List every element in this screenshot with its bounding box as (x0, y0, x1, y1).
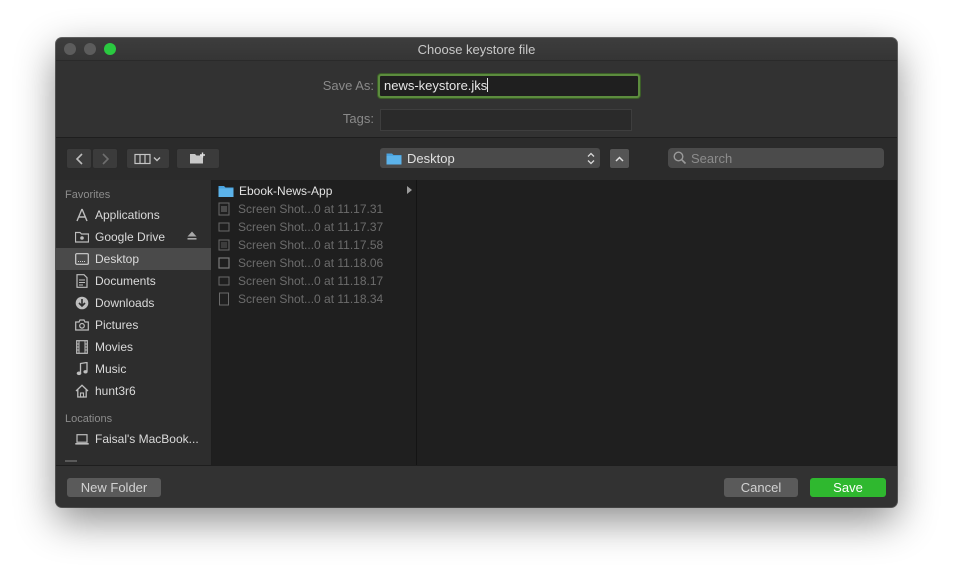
text-caret (487, 78, 489, 92)
window-title: Choose keystore file (417, 42, 536, 57)
google-drive-icon (75, 230, 89, 244)
save-button[interactable]: Save (810, 478, 886, 497)
image-file-icon (218, 222, 230, 232)
file-name: Screen Shot...0 at 11.18.34 (238, 292, 384, 306)
save-as-label: Save As: (322, 78, 374, 93)
file-row[interactable]: Screen Shot...0 at 11.17.58 (212, 236, 416, 254)
file-name: Screen Shot...0 at 11.18.06 (238, 256, 384, 270)
image-file-icon (218, 257, 230, 269)
view-options-button[interactable] (126, 148, 170, 169)
new-folder-button[interactable]: New Folder (67, 478, 161, 497)
movies-icon (75, 340, 89, 354)
sidebar: Favorites Applications Google Drive Desk… (56, 180, 212, 465)
file-row[interactable]: Screen Shot...0 at 11.17.31 (212, 200, 416, 218)
search-placeholder: Search (691, 150, 733, 166)
folder-icon (386, 153, 402, 164)
image-file-icon (218, 239, 230, 251)
collapse-expand-button[interactable] (609, 148, 630, 169)
sidebar-item-label: Pictures (95, 318, 139, 332)
sidebar-item-documents[interactable]: Documents (56, 270, 211, 292)
sidebar-item-google-drive[interactable]: Google Drive (56, 226, 211, 248)
image-file-icon (218, 276, 230, 286)
file-name: Screen Shot...0 at 11.18.17 (238, 274, 384, 288)
location-label: Desktop (407, 150, 455, 166)
music-icon (75, 362, 89, 376)
file-column: Ebook-News-App Screen Shot...0 at 11.17.… (212, 180, 417, 465)
file-row[interactable]: Screen Shot...0 at 11.18.06 (212, 254, 416, 272)
save-dialog: Choose keystore file Save As: news-keyst… (56, 38, 897, 507)
location-popup[interactable]: Desktop (380, 148, 600, 168)
file-name: Screen Shot...0 at 11.17.37 (238, 220, 384, 234)
image-file-icon (218, 202, 230, 216)
sidebar-item-label: Documents (95, 274, 156, 288)
pictures-icon (75, 318, 89, 332)
cancel-button[interactable]: Cancel (724, 478, 798, 497)
applications-icon (75, 208, 89, 222)
tags-section-peek (65, 460, 77, 462)
chevron-up-icon (615, 155, 624, 162)
favorites-section-title: Favorites (65, 189, 111, 201)
sidebar-item-label: hunt3r6 (95, 384, 136, 398)
disclosure-arrow-icon (407, 186, 412, 194)
image-file-icon (219, 292, 229, 306)
sidebar-item-applications[interactable]: Applications (56, 204, 211, 226)
sidebar-item-home[interactable]: hunt3r6 (56, 380, 211, 402)
file-name: Ebook-News-App (239, 184, 333, 198)
downloads-icon (75, 296, 89, 310)
chevron-right-icon (101, 152, 109, 165)
file-row[interactable]: Screen Shot...0 at 11.18.34 (212, 290, 416, 308)
save-as-value: news-keystore.jks (384, 78, 488, 93)
preview-column (417, 180, 897, 465)
sidebar-item-label: Music (95, 362, 127, 376)
column-view-icon (134, 153, 161, 164)
sidebar-item-label: Downloads (95, 296, 155, 310)
back-button[interactable] (66, 148, 92, 169)
file-name: Screen Shot...0 at 11.17.58 (238, 238, 384, 252)
file-name: Screen Shot...0 at 11.17.31 (238, 202, 384, 216)
browser-toolbar: Desktop Search (56, 137, 897, 181)
save-form: Save As: news-keystore.jks Tags: (56, 61, 897, 137)
home-icon (75, 384, 89, 398)
sidebar-item-label: Faisal's MacBook... (95, 432, 199, 446)
sidebar-item-label: Applications (95, 208, 160, 222)
save-as-input[interactable]: news-keystore.jks (378, 74, 640, 98)
search-field[interactable]: Search (668, 148, 884, 168)
sidebar-item-movies[interactable]: Movies (56, 336, 211, 358)
sidebar-item-macbook[interactable]: Faisal's MacBook... (56, 428, 211, 450)
tags-label: Tags: (342, 111, 374, 126)
laptop-icon (75, 432, 89, 446)
file-row[interactable]: Screen Shot...0 at 11.17.37 (212, 218, 416, 236)
tags-input[interactable] (380, 109, 632, 131)
sidebar-item-label: Google Drive (95, 230, 166, 244)
sidebar-item-label: Movies (95, 340, 134, 354)
desktop-icon (75, 252, 89, 266)
sidebar-item-label: Desktop (95, 252, 140, 266)
file-row[interactable]: Screen Shot...0 at 11.18.17 (212, 272, 416, 290)
file-row-folder[interactable]: Ebook-News-App (212, 182, 416, 200)
folder-icon (218, 186, 234, 197)
sidebar-item-music[interactable]: Music (56, 358, 211, 380)
title-bar: Choose keystore file (56, 38, 897, 61)
documents-icon (75, 274, 89, 288)
bottom-bar: New Folder Cancel Save (56, 465, 897, 507)
new-folder-icon (190, 152, 205, 164)
new-folder-toolbar-button[interactable] (176, 148, 220, 169)
sidebar-item-desktop[interactable]: Desktop (56, 248, 211, 270)
sidebar-item-downloads[interactable]: Downloads (56, 292, 211, 314)
up-down-chevron-icon (587, 152, 595, 165)
forward-button[interactable] (92, 148, 118, 169)
eject-icon[interactable] (187, 231, 197, 242)
locations-section-title: Locations (65, 413, 113, 425)
sidebar-item-pictures[interactable]: Pictures (56, 314, 211, 336)
search-icon (673, 151, 687, 165)
chevron-left-icon (75, 152, 83, 165)
